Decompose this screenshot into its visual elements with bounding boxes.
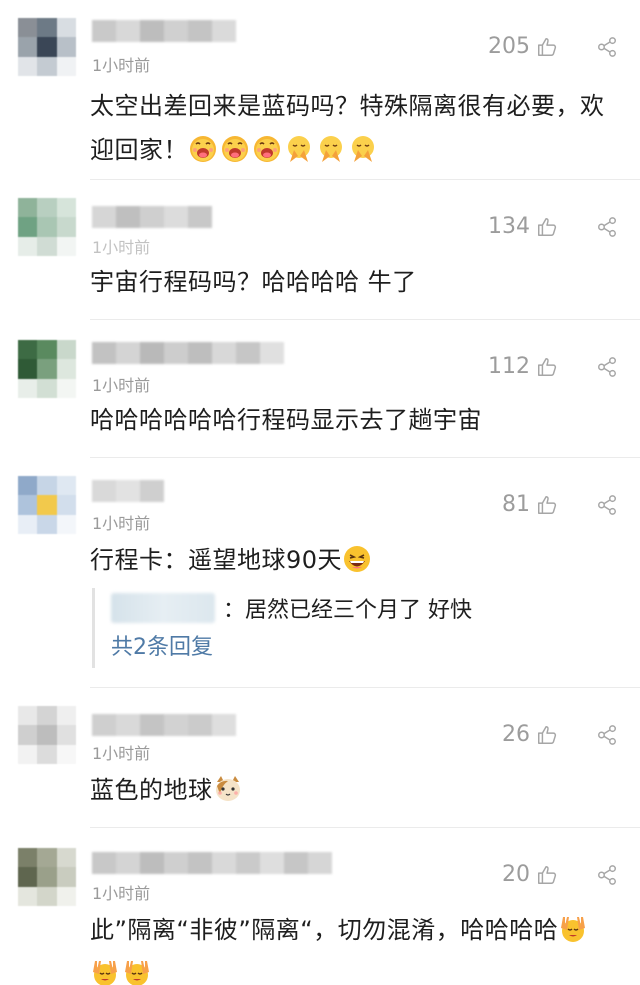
like-count: 205 (488, 34, 530, 59)
thumbs-up-icon (536, 724, 558, 746)
share-icon[interactable] (596, 494, 618, 516)
comment-time: 1小时前 (92, 744, 151, 763)
avatar[interactable] (18, 18, 76, 76)
hungry-face-emoji (252, 134, 282, 164)
comment-text: 此”隔离“非彼”隔离“，切勿混淆，哈哈哈哈 (90, 908, 616, 985)
comment-text: 太空出差回来是蓝码吗？特殊隔离很有必要，欢迎回家！ (90, 92, 605, 164)
view-more-replies-link[interactable]: 共2条回复 (111, 628, 616, 668)
like-button[interactable]: 26 (502, 722, 558, 747)
avatar[interactable] (18, 706, 76, 764)
comment-text: 哈哈哈哈哈哈行程码显示去了趟宇宙 (90, 406, 482, 434)
like-button[interactable]: 134 (488, 214, 558, 239)
reply-preview[interactable]: ：居然已经三个月了 好快 共2条回复 (92, 588, 616, 668)
avatar[interactable] (18, 198, 76, 256)
like-count: 20 (502, 862, 530, 887)
comment-item: 1小时前 20 此”隔离“非彼”隔离“，切勿混淆，哈哈哈哈 (0, 828, 640, 985)
thumbs-up-icon (536, 864, 558, 886)
like-button[interactable]: 20 (502, 862, 558, 887)
thumbs-up-icon (536, 36, 558, 58)
victory-hands-emoji (558, 914, 588, 944)
share-icon[interactable] (596, 36, 618, 58)
reply-text: ：居然已经三个月了 好快 (223, 598, 472, 623)
username[interactable] (92, 714, 236, 736)
comment-item: 1小时前 81 行程卡：遥望地球90天 ：居然已经三个月了 好快 共2条回复 (0, 458, 640, 688)
reply-username[interactable] (111, 593, 215, 623)
comment-item: 1小时前 134 宇宙行程码吗？哈哈哈哈 牛了 (0, 180, 640, 320)
username[interactable] (92, 206, 212, 228)
share-icon[interactable] (596, 864, 618, 886)
victory-hands-emoji (122, 958, 152, 985)
comment-text: 宇宙行程码吗？哈哈哈哈 牛了 (90, 268, 417, 296)
comment-item: 1小时前 112 哈哈哈哈哈哈行程码显示去了趟宇宙 (0, 320, 640, 458)
hungry-face-emoji (188, 134, 218, 164)
share-icon[interactable] (596, 724, 618, 746)
like-button[interactable]: 205 (488, 34, 558, 59)
comment-time: 1小时前 (92, 514, 151, 533)
comment-item: 1小时前 205 太空出差回来是蓝码吗？特殊隔离很有必要，欢迎回家！ (0, 0, 640, 180)
thumbs-up-icon (536, 356, 558, 378)
comment-item: 1小时前 26 蓝色的地球 (0, 688, 640, 828)
comment-time: 1小时前 (92, 238, 151, 257)
laughing-face-emoji (342, 544, 372, 574)
like-count: 81 (502, 492, 530, 517)
pray-hands-emoji (316, 134, 346, 164)
share-icon[interactable] (596, 216, 618, 238)
username[interactable] (92, 20, 236, 42)
like-count: 112 (488, 354, 530, 379)
username[interactable] (92, 852, 332, 874)
avatar[interactable] (18, 340, 76, 398)
comment-time: 1小时前 (92, 56, 151, 75)
thumbs-up-icon (536, 494, 558, 516)
username[interactable] (92, 342, 284, 364)
comment-time: 1小时前 (92, 376, 151, 395)
avatar[interactable] (18, 848, 76, 906)
reply-item: ：居然已经三个月了 好快 (111, 588, 616, 628)
like-button[interactable]: 81 (502, 492, 558, 517)
pray-hands-emoji (284, 134, 314, 164)
comment-text: 行程卡：遥望地球90天 (90, 538, 616, 582)
avatar[interactable] (18, 476, 76, 534)
comment-time: 1小时前 (92, 884, 151, 903)
like-button[interactable]: 112 (488, 354, 558, 379)
comment-text: 蓝色的地球 (90, 768, 616, 812)
username[interactable] (92, 480, 164, 502)
like-count: 26 (502, 722, 530, 747)
like-count: 134 (488, 214, 530, 239)
thumbs-up-icon (536, 216, 558, 238)
cat-face-emoji (213, 774, 243, 804)
share-icon[interactable] (596, 356, 618, 378)
victory-hands-emoji (90, 958, 120, 985)
hungry-face-emoji (220, 134, 250, 164)
pray-hands-emoji (348, 134, 378, 164)
